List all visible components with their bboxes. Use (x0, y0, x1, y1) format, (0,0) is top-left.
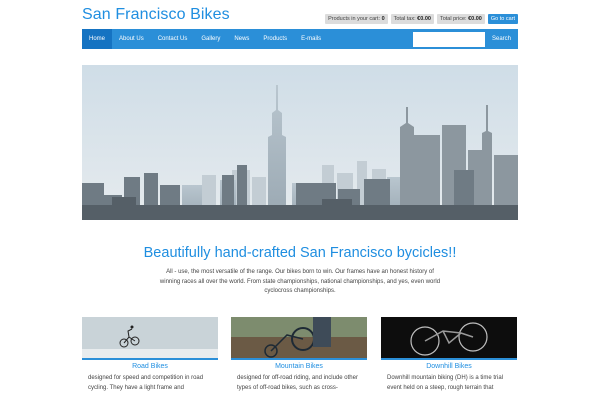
nav-gallery[interactable]: Gallery (194, 29, 227, 49)
site-title[interactable]: San Francisco Bikes (82, 6, 230, 24)
go-to-cart-button[interactable]: Go to cart (487, 14, 518, 24)
mountain-bikes-image[interactable] (231, 317, 367, 360)
road-bikes-title[interactable]: Road Bikes (82, 363, 218, 370)
road-bikes-image[interactable] (82, 317, 218, 360)
downhill-bikes-title[interactable]: Downhill Bikes (381, 363, 517, 370)
downhill-bikes-description: Downhill mountain biking (DH) is a time … (387, 375, 504, 391)
cart-total-price: Total price: €0.00 (436, 14, 485, 24)
cart-total-tax: Total tax: €0.00 (390, 14, 434, 24)
road-bikes-description: designed for speed and competition in ro… (88, 375, 204, 391)
intro-paragraph: All - use, the most versatile of the ran… (159, 269, 441, 295)
search-input[interactable] (412, 31, 485, 47)
mountain-bikes-title[interactable]: Mountain Bikes (231, 363, 367, 370)
nav-about-us[interactable]: About Us (112, 29, 151, 49)
main-headline: Beautifully hand-crafted San Francisco b… (143, 245, 457, 261)
nav-contact-us[interactable]: Contact Us (151, 29, 195, 49)
nav-products[interactable]: Products (256, 29, 294, 49)
cart-summary: Products in your cart: 0 Total tax: €0.0… (325, 14, 518, 24)
cart-items-count: Products in your cart: 0 (325, 14, 388, 24)
nav-home[interactable]: Home (82, 29, 113, 49)
hero-image-city-skyline (82, 65, 518, 220)
nav-news[interactable]: News (227, 29, 256, 49)
main-navigation: Home About Us Contact Us Gallery News Pr… (82, 29, 518, 49)
search-form: Search (412, 30, 518, 48)
search-button[interactable]: Search (485, 32, 518, 47)
nav-emails[interactable]: E-mails (294, 29, 328, 49)
product-card-mountain-bikes: Mountain Bikes designed for off-road rid… (231, 317, 367, 400)
downhill-bikes-image[interactable] (381, 317, 517, 360)
product-card-road-bikes: Road Bikes designed for speed and compet… (82, 317, 218, 400)
product-card-downhill-bikes: Downhill Bikes Downhill mountain biking … (381, 317, 517, 400)
mountain-bikes-description: designed for off-road riding, and includ… (237, 375, 358, 391)
